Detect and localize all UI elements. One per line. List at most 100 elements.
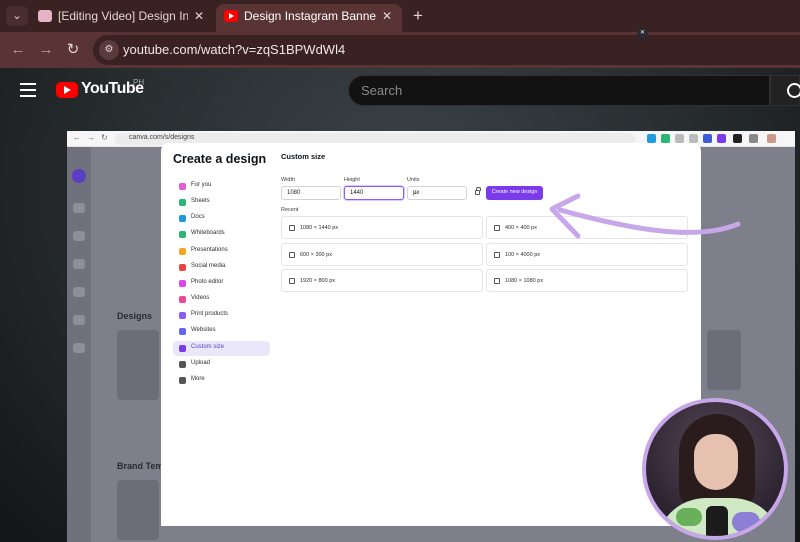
sidebar-item-label: Social media	[191, 262, 226, 269]
video-back-icon: ←	[73, 133, 81, 142]
height-value: 1440	[350, 190, 364, 196]
extension-icon	[647, 134, 656, 143]
tab-close-icon[interactable]: ✕	[194, 4, 204, 28]
sidebar-item-label: Websites	[191, 327, 216, 334]
youtube-favicon-icon	[224, 10, 238, 22]
height-label: Height	[344, 177, 360, 183]
presentation-icon	[179, 247, 186, 255]
image-size-icon	[289, 225, 295, 231]
close-icon[interactable]: ✕	[637, 28, 648, 39]
upload-icon	[179, 360, 186, 368]
design-thumbnail	[707, 330, 741, 390]
units-label: Units	[407, 177, 420, 183]
sidebar-item-label: More	[191, 375, 205, 382]
extension-icon	[733, 134, 742, 143]
address-url[interactable]: youtube.com/watch?v=zqS1BPWdWl4	[123, 42, 345, 57]
more-icon	[179, 376, 186, 384]
recent-size-card[interactable]: 100 × 4000 px	[486, 242, 688, 266]
image-size-icon	[289, 278, 295, 284]
image-size-icon	[289, 251, 295, 258]
sidebar-item-photo-editor[interactable]: Photo editor	[173, 276, 270, 291]
recent-size-label: 1080 × 1080 px	[505, 278, 544, 284]
height-input[interactable]: 1440	[344, 186, 404, 200]
sidebar-item-label: Print products	[191, 311, 229, 318]
tab-title: [Editing Video] Design Instagram	[58, 9, 188, 23]
sidebar-item-label: For you	[191, 182, 212, 188]
forward-arrow-icon[interactable]: →	[36, 40, 56, 60]
extension-icon	[675, 134, 684, 143]
reload-icon[interactable]: ↻	[63, 40, 83, 60]
width-input[interactable]: 1080	[281, 186, 341, 200]
search-placeholder: Search	[361, 83, 403, 98]
sidebar-item-label: Videos	[191, 295, 210, 302]
country-code: PH	[133, 78, 145, 87]
sidebar-item-social-media[interactable]: Social media	[173, 260, 270, 275]
extension-icon	[689, 134, 698, 143]
docs-icon	[179, 215, 186, 223]
new-tab-button[interactable]: +	[408, 4, 428, 28]
brand-templates-heading: Brand Tem	[117, 461, 164, 471]
sidebar-item-websites[interactable]: Websites	[173, 324, 270, 339]
lock-icon[interactable]	[475, 187, 481, 195]
design-thumbnail	[117, 330, 159, 400]
units-select[interactable]: px ⌄	[407, 186, 467, 200]
back-arrow-icon[interactable]: ←	[8, 40, 28, 60]
video-icon	[179, 296, 186, 304]
image-size-icon	[494, 251, 500, 258]
browser-tab-editing-video[interactable]: [Editing Video] Design Instagram ✕	[30, 4, 214, 32]
sidebar-item-videos[interactable]: Videos	[173, 292, 270, 307]
recent-size-card[interactable]: 400 × 400 px	[486, 216, 688, 239]
sidebar-item-docs[interactable]: Docs	[173, 211, 270, 226]
recent-size-label: 1920 × 800 px	[300, 278, 336, 284]
extension-icon	[703, 134, 712, 143]
sidebar-item-for-you[interactable]: For you	[173, 179, 270, 194]
image-size-icon	[494, 225, 500, 231]
video-forward-icon: →	[87, 133, 95, 142]
recent-size-card[interactable]: 1920 × 800 px	[281, 269, 483, 292]
search-input[interactable]: Search	[348, 75, 770, 106]
tab-title: Design Instagram Banner Posts	[244, 9, 376, 23]
site-info-icon[interactable]: ⚙	[99, 40, 119, 60]
extension-icon	[749, 134, 758, 143]
extension-icon	[661, 134, 670, 143]
website-icon	[179, 328, 186, 336]
photo-icon	[179, 279, 186, 287]
sidebar-item-more[interactable]: More	[173, 373, 270, 388]
video-reload-icon: ↻	[101, 133, 108, 142]
heart-icon	[179, 263, 186, 271]
sidebar-item-presentations[interactable]: Presentations	[173, 244, 270, 259]
browser-toolbar: ← → ↻ ⚙ youtube.com/watch?v=zqS1BPWdWl4	[0, 32, 800, 68]
recent-size-card[interactable]: 1080 × 1440 px	[281, 216, 483, 239]
screen: ⌄ [Editing Video] Design Instagram ✕ Des…	[0, 0, 800, 542]
sidebar-item-custom-size[interactable]: Custom size	[173, 340, 270, 356]
rail-icon	[73, 203, 85, 213]
create-new-design-button[interactable]: Create new design	[486, 186, 543, 200]
tab-search-button[interactable]: ⌄	[6, 6, 28, 26]
recent-size-card[interactable]: 1080 × 1080 px	[486, 269, 688, 292]
rail-icon	[73, 343, 85, 353]
whiteboard-icon	[179, 231, 186, 239]
sidebar-item-print-products[interactable]: Print products	[173, 308, 270, 323]
video-url: canva.com/s/designs	[129, 134, 195, 141]
address-bar[interactable]: ⚙ youtube.com/watch?v=zqS1BPWdWl4	[93, 35, 800, 65]
create-plus-icon	[72, 169, 86, 183]
search-button[interactable]	[770, 75, 800, 106]
sidebar-item-label: Photo editor	[191, 278, 224, 285]
sidebar-item-whiteboards[interactable]: Whiteboards	[173, 227, 270, 242]
width-value: 1080	[287, 190, 301, 196]
profile-avatar	[767, 134, 776, 143]
webcam-overlay	[642, 398, 788, 540]
recent-size-card[interactable]: 600 × 300 px	[281, 242, 483, 266]
sidebar-item-upload[interactable]: Upload	[173, 357, 270, 372]
sidebar-item-sheets[interactable]: Sheets	[173, 195, 270, 210]
menu-icon[interactable]	[20, 83, 36, 97]
canva-side-rail	[67, 147, 91, 542]
browser-tab-youtube[interactable]: Design Instagram Banner Posts ✕	[216, 4, 402, 32]
youtube-logo-icon[interactable]	[56, 82, 78, 98]
browser-tab-bar: ⌄ [Editing Video] Design Instagram ✕ Des…	[0, 0, 800, 32]
sheets-icon	[179, 199, 186, 207]
youtube-header: YouTube PH Search	[0, 68, 800, 113]
sparkle-icon	[179, 183, 186, 190]
chevron-down-icon: ⌄	[413, 190, 419, 196]
tab-close-icon[interactable]: ✕	[382, 4, 392, 28]
